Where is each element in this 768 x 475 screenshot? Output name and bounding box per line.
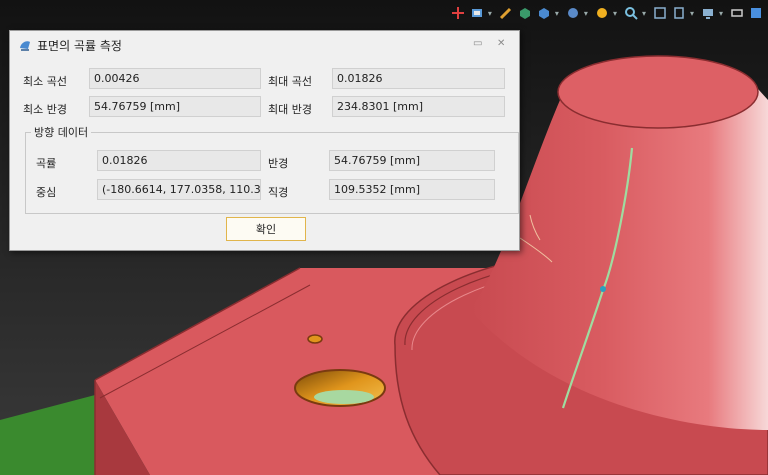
chevron-down-icon[interactable]: ▾ xyxy=(613,9,617,18)
radius-field[interactable]: 54.76759 [mm] xyxy=(329,150,495,171)
section-icon[interactable] xyxy=(671,5,687,21)
curvature-field[interactable]: 0.01826 xyxy=(97,150,261,171)
view-toolbar: ▾ ▾ ▾ ▾ ▾ ▾ ▾ xyxy=(450,2,764,24)
chevron-down-icon[interactable]: ▾ xyxy=(555,9,559,18)
max-curvature-field[interactable]: 0.01826 xyxy=(332,68,505,89)
direction-data-group xyxy=(25,132,519,214)
surface-curvature-dialog: 표면의 곡률 측정 ▭ ✕ 최소 곡선 0.00426 최대 곡선 0.0182… xyxy=(9,30,520,251)
chevron-down-icon[interactable]: ▾ xyxy=(719,9,723,18)
chevron-down-icon[interactable]: ▾ xyxy=(584,9,588,18)
diameter-field[interactable]: 109.5352 [mm] xyxy=(329,179,495,200)
dialog-title-bar[interactable]: 표면의 곡률 측정 ▭ ✕ xyxy=(10,31,519,59)
radius-label: 반경 xyxy=(268,157,289,170)
close-icon[interactable]: ✕ xyxy=(497,38,505,49)
min-radius-field[interactable]: 54.76759 [mm] xyxy=(89,96,261,117)
chevron-down-icon[interactable]: ▾ xyxy=(642,9,646,18)
move-icon[interactable] xyxy=(450,5,466,21)
pen-icon[interactable] xyxy=(498,5,514,21)
color-icon[interactable] xyxy=(748,5,764,21)
shade-icon[interactable] xyxy=(517,5,533,21)
dialog-title: 표면의 곡률 측정 xyxy=(37,38,122,53)
sphere-icon[interactable] xyxy=(565,5,581,21)
chevron-down-icon[interactable]: ▾ xyxy=(488,9,492,18)
ok-button[interactable]: 확인 xyxy=(226,217,306,241)
paint-icon[interactable] xyxy=(469,5,485,21)
center-label: 중심 xyxy=(36,186,57,199)
min-radius-label: 최소 반경 xyxy=(23,103,67,116)
min-curvature-field[interactable]: 0.00426 xyxy=(89,68,261,89)
fit-icon[interactable] xyxy=(652,5,668,21)
display-icon[interactable] xyxy=(700,5,716,21)
window-icon[interactable] xyxy=(729,5,745,21)
max-curvature-label: 최대 곡선 xyxy=(268,75,312,88)
curvature-tool-icon xyxy=(20,41,30,51)
center-field[interactable]: (-180.6614, 177.0358, 110.33 xyxy=(97,179,261,200)
light-icon[interactable] xyxy=(594,5,610,21)
max-radius-field[interactable]: 234.8301 [mm] xyxy=(332,96,505,117)
direction-data-legend: 방향 데이터 xyxy=(31,124,92,140)
diameter-label: 직경 xyxy=(268,186,289,199)
max-radius-label: 최대 반경 xyxy=(268,103,312,116)
zoom-icon[interactable] xyxy=(623,5,639,21)
min-curvature-label: 최소 곡선 xyxy=(23,75,67,88)
curvature-label: 곡률 xyxy=(36,157,57,170)
chevron-down-icon[interactable]: ▾ xyxy=(690,9,694,18)
restore-icon[interactable]: ▭ xyxy=(473,38,482,49)
cube-icon[interactable] xyxy=(536,5,552,21)
